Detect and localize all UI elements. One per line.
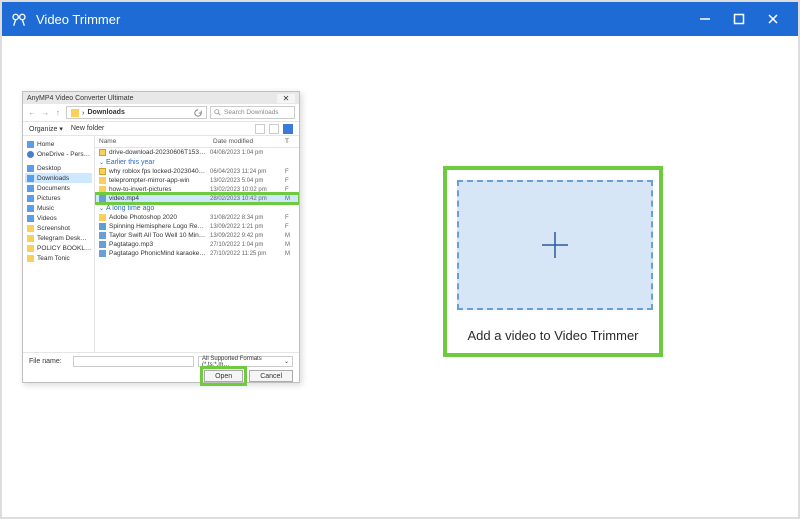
content-area: Add a video to Video Trimmer AnyMP4 Vide… — [2, 36, 798, 517]
file-row[interactable]: Taylor Swift All Too Well 10 Minute Vers… — [95, 231, 299, 240]
refresh-icon[interactable] — [194, 109, 202, 117]
col-type[interactable]: T — [285, 138, 295, 145]
nav-back-icon[interactable]: ← — [27, 108, 37, 118]
home-icon — [27, 141, 34, 148]
tree-item-onedrive[interactable]: OneDrive - Pers… — [25, 149, 92, 159]
downloads-icon — [27, 175, 34, 182]
app-logo-icon — [10, 10, 28, 28]
chevron-down-icon: ⌄ — [284, 358, 289, 365]
dropzone-highlight: Add a video to Video Trimmer — [443, 166, 663, 357]
search-icon — [214, 109, 221, 116]
file-group-earlier[interactable]: ⌄Earlier this year — [95, 157, 299, 167]
file-list-header: Name Date modified T — [95, 136, 299, 148]
file-row[interactable]: why roblox fps locked-20230406T15241-…06… — [95, 167, 299, 176]
documents-icon — [27, 185, 34, 192]
file-type-filter[interactable]: All Supported Formats (*.ts;*.m…⌄ — [198, 356, 293, 367]
folder-icon — [27, 235, 34, 242]
tree-item-pictures[interactable]: Pictures — [25, 193, 92, 203]
title-bar: Video Trimmer — [2, 2, 798, 36]
caret-down-icon: ⌄ — [99, 159, 104, 166]
filename-input[interactable] — [73, 356, 194, 367]
tree-item-team[interactable]: Team Tonic — [25, 253, 92, 263]
dropzone-caption: Add a video to Video Trimmer — [457, 328, 649, 343]
minimize-button[interactable] — [688, 2, 722, 36]
tree-item-desktop[interactable]: Desktop — [25, 163, 92, 173]
tree-item-screenshot[interactable]: Screenshot — [25, 223, 92, 233]
archive-icon — [99, 149, 106, 156]
plus-icon — [540, 230, 570, 260]
tree-item-telegram[interactable]: Telegram Desk… — [25, 233, 92, 243]
audio-file-icon — [99, 241, 106, 248]
view-details-button[interactable] — [269, 124, 279, 134]
folder-icon — [99, 177, 106, 184]
file-list: Name Date modified T drive-download-2023… — [95, 136, 299, 352]
tree-item-documents[interactable]: Documents — [25, 183, 92, 193]
file-row[interactable]: Pagtatago PhonicMind karaoke preview.…27… — [95, 249, 299, 258]
image-file-icon — [99, 223, 106, 230]
file-row[interactable]: drive-download-20230606T153301AZ-00104/0… — [95, 148, 299, 157]
close-button[interactable] — [756, 2, 790, 36]
view-mode-button[interactable] — [255, 124, 265, 134]
breadcrumb-arrow: › — [82, 108, 85, 117]
cancel-button[interactable]: Cancel — [249, 370, 293, 382]
audio-file-icon — [99, 250, 106, 257]
new-folder-button[interactable]: New folder — [71, 125, 104, 132]
file-row[interactable]: Pagtatago.mp327/10/2022 1:04 pmM — [95, 240, 299, 249]
maximize-button[interactable] — [722, 2, 756, 36]
open-button[interactable]: Open — [204, 370, 243, 382]
file-row[interactable]: teleprompter-mirror-app-win13/02/2023 5:… — [95, 176, 299, 185]
dialog-nav-bar: ← → ↑ › Downloads Search Downloads — [23, 104, 299, 122]
archive-icon — [99, 168, 106, 175]
search-input[interactable]: Search Downloads — [210, 106, 295, 119]
app-title: Video Trimmer — [36, 12, 120, 27]
tree-item-home[interactable]: Home — [25, 139, 92, 149]
file-group-longtime[interactable]: ⌄A long time ago — [95, 203, 299, 213]
file-row[interactable]: Spinning Hemisphere Logo Reveal_free…13/… — [95, 222, 299, 231]
folder-icon — [71, 109, 79, 117]
file-row[interactable]: Adobe Photoshop 202031/08/2022 8:34 pmF — [95, 213, 299, 222]
filename-label: File name: — [29, 358, 69, 365]
video-file-icon — [99, 232, 106, 239]
nav-up-icon[interactable]: ↑ — [53, 108, 63, 118]
dialog-title-bar: AnyMP4 Video Converter Ultimate ✕ — [23, 92, 299, 104]
tree-item-downloads[interactable]: Downloads — [25, 173, 92, 183]
col-date[interactable]: Date modified — [213, 138, 285, 145]
col-name[interactable]: Name — [99, 138, 213, 145]
search-placeholder: Search Downloads — [224, 109, 279, 116]
add-video-dropzone[interactable] — [457, 180, 653, 310]
dialog-footer: File name: All Supported Formats (*.ts;*… — [23, 352, 299, 382]
folder-icon — [27, 255, 34, 262]
dialog-title: AnyMP4 Video Converter Ultimate — [27, 95, 133, 102]
pictures-icon — [27, 195, 34, 202]
organize-button[interactable]: Organize ▾ — [29, 125, 63, 133]
app-window: Video Trimmer Add a video to Video Trimm… — [0, 0, 800, 519]
folder-icon — [99, 186, 106, 193]
cloud-icon — [27, 151, 34, 158]
breadcrumb-bar[interactable]: › Downloads — [66, 106, 207, 119]
caret-down-icon: ⌄ — [99, 205, 104, 212]
breadcrumb-current: Downloads — [88, 109, 125, 116]
file-open-dialog: AnyMP4 Video Converter Ultimate ✕ ← → ↑ … — [22, 91, 300, 383]
tree-item-policy[interactable]: POLICY BOOKL… — [25, 243, 92, 253]
folder-icon — [27, 225, 34, 232]
tree-item-videos[interactable]: Videos — [25, 213, 92, 223]
folder-icon — [27, 245, 34, 252]
dialog-close-button[interactable]: ✕ — [277, 94, 295, 103]
file-row[interactable]: how-to-invert-pictures13/02/2023 10:02 p… — [95, 185, 299, 194]
music-icon — [27, 205, 34, 212]
tree-item-music[interactable]: Music — [25, 203, 92, 213]
folder-icon — [99, 214, 106, 221]
dialog-toolbar: Organize ▾ New folder — [23, 122, 299, 136]
nav-forward-icon[interactable]: → — [40, 108, 50, 118]
video-file-icon — [99, 195, 106, 202]
help-button[interactable] — [283, 124, 293, 134]
desktop-icon — [27, 165, 34, 172]
file-row-selected[interactable]: video.mp428/02/2023 10:42 pmM — [95, 194, 299, 203]
folder-tree: Home OneDrive - Pers… Desktop Downloads … — [23, 136, 95, 352]
videos-icon — [27, 215, 34, 222]
